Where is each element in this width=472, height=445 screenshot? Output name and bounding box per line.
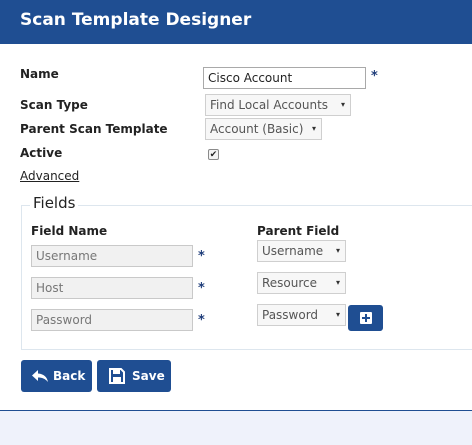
parent-field-value: Username (262, 244, 324, 258)
field-name-input-password[interactable]: Password (31, 309, 193, 331)
page-header: Scan Template Designer (0, 0, 472, 44)
fields-legend: Fields (30, 194, 79, 212)
scan-type-select[interactable]: Find Local Accounts ▾ (205, 94, 351, 116)
chevron-down-icon: ▾ (335, 278, 340, 287)
parent-field-select-host[interactable]: Resource ▾ (257, 272, 346, 294)
chevron-down-icon: ▾ (340, 100, 345, 109)
parent-template-select[interactable]: Account (Basic) ▾ (205, 118, 322, 140)
chevron-down-icon: ▾ (335, 310, 340, 319)
save-button-label: Save (132, 369, 165, 383)
plus-icon (360, 312, 372, 324)
floppy-disk-icon (109, 368, 125, 384)
checkmark-icon: ✔ (209, 149, 218, 159)
footer-bar (0, 410, 472, 445)
parent-template-label: Parent Scan Template (20, 122, 168, 136)
username-required-mark: * (198, 249, 205, 264)
advanced-link[interactable]: Advanced (20, 169, 79, 183)
add-field-button[interactable] (348, 305, 383, 331)
parent-field-select-username[interactable]: Username ▾ (257, 240, 346, 262)
parent-template-value: Account (Basic) (210, 122, 304, 136)
save-button[interactable]: Save (97, 360, 171, 392)
name-label: Name (20, 67, 59, 81)
active-label: Active (20, 146, 63, 160)
name-required-mark: * (371, 69, 378, 84)
back-arrow-icon (32, 370, 48, 382)
parent-field-value: Resource (262, 276, 318, 290)
field-name-header: Field Name (31, 224, 108, 238)
host-required-mark: * (198, 281, 205, 296)
password-required-mark: * (198, 313, 205, 328)
back-button[interactable]: Back (21, 360, 92, 392)
chevron-down-icon: ▾ (311, 124, 316, 133)
scan-type-value: Find Local Accounts (210, 98, 329, 112)
field-name-input-username[interactable]: Username (31, 245, 193, 267)
active-checkbox[interactable]: ✔ (208, 149, 219, 160)
scan-type-label: Scan Type (20, 98, 88, 112)
parent-field-header: Parent Field (257, 224, 340, 238)
page-title: Scan Template Designer (20, 10, 252, 30)
chevron-down-icon: ▾ (335, 246, 340, 255)
back-button-label: Back (53, 369, 86, 383)
parent-field-value: Password (262, 308, 319, 322)
field-name-input-host[interactable]: Host (31, 277, 193, 299)
parent-field-select-password[interactable]: Password ▾ (257, 304, 346, 326)
name-input[interactable]: Cisco Account (203, 67, 366, 89)
